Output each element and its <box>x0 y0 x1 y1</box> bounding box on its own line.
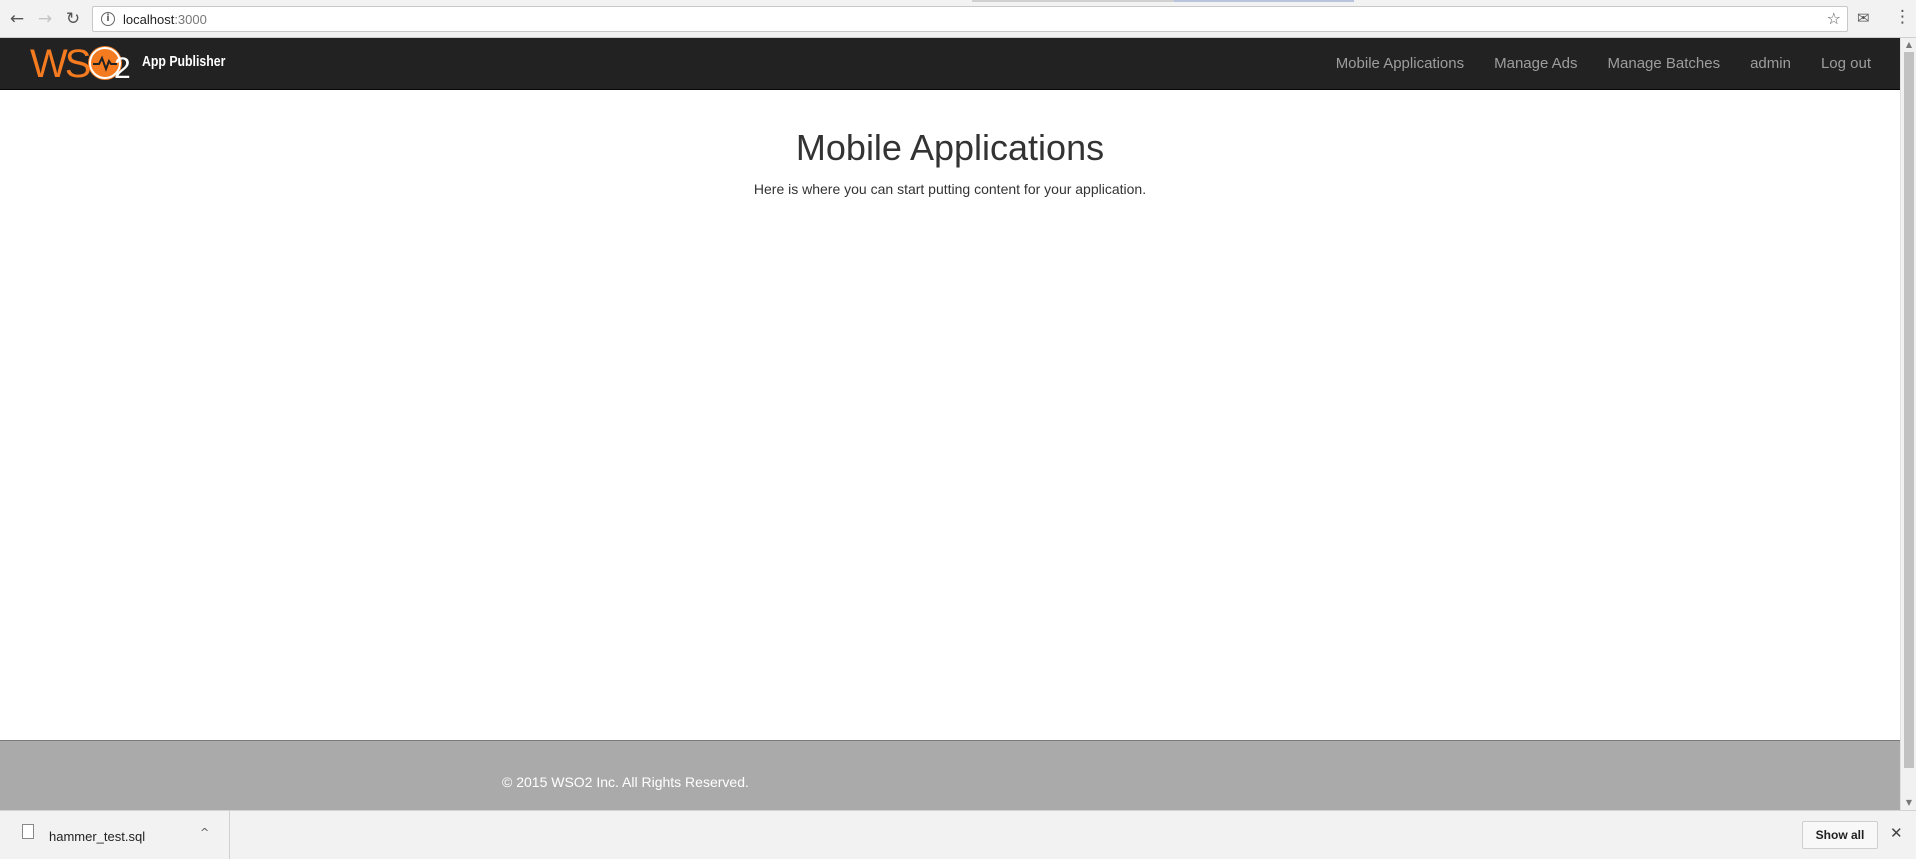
nav-link-admin[interactable]: admin <box>1735 38 1806 90</box>
logo-ws-text: WS <box>30 42 91 86</box>
url-port: :3000 <box>174 12 207 27</box>
site-info-icon[interactable]: i <box>101 12 115 26</box>
brand-name[interactable]: App Publisher <box>142 53 225 70</box>
show-all-button[interactable]: Show all <box>1802 821 1878 849</box>
url-text[interactable]: localhost:3000 <box>123 12 207 27</box>
nav-link-manage-batches[interactable]: Manage Batches <box>1593 38 1736 90</box>
mail-extension-icon[interactable]: ✉ <box>1857 9 1870 27</box>
download-shelf: hammer_test.sql ^ Show all ✕ <box>0 810 1916 859</box>
page-viewport: WS 2 App Publisher Mobile Applications M… <box>0 38 1900 810</box>
scroll-thumb[interactable] <box>1904 52 1914 768</box>
forward-icon[interactable]: → <box>34 8 56 30</box>
reload-icon[interactable]: ↻ <box>62 8 84 30</box>
url-host: localhost <box>123 12 175 27</box>
logo-2-text: 2 <box>114 52 131 85</box>
download-item[interactable]: hammer_test.sql ^ <box>0 811 230 859</box>
tab-strip-indicator <box>972 0 1174 2</box>
brand[interactable]: WS 2 App Publisher <box>30 40 244 88</box>
nav-link-manage-ads[interactable]: Manage Ads <box>1479 38 1592 90</box>
page-title: Mobile Applications <box>795 127 1105 168</box>
address-bar[interactable]: i localhost:3000 ☆ <box>92 6 1848 32</box>
download-file-name[interactable]: hammer_test.sql <box>49 829 145 844</box>
scroll-down-arrow-icon[interactable]: ▼ <box>1901 796 1916 810</box>
scroll-up-arrow-icon[interactable]: ▲ <box>1901 38 1916 52</box>
wso2-logo[interactable]: WS 2 <box>30 40 140 88</box>
nav-link-log-out[interactable]: Log out <box>1806 38 1886 90</box>
browser-toolbar: ← → ↻ i localhost:3000 ☆ ✉ ⋮ <box>0 0 1916 38</box>
nav-links: Mobile Applications Manage Ads Manage Ba… <box>1321 38 1886 90</box>
file-icon <box>22 824 34 839</box>
nav-link-mobile-applications[interactable]: Mobile Applications <box>1321 38 1479 90</box>
tab-strip-indicator-active <box>1174 0 1354 2</box>
footer-copyright: © 2015 WSO2 Inc. All Rights Reserved. <box>502 774 749 790</box>
close-icon[interactable]: ✕ <box>1890 824 1903 842</box>
footer: © 2015 WSO2 Inc. All Rights Reserved. <box>0 740 1900 810</box>
chevron-up-icon[interactable]: ^ <box>200 826 209 839</box>
back-icon[interactable]: ← <box>6 8 28 30</box>
page-scrollbar[interactable]: ▲ ▼ <box>1900 38 1916 810</box>
browser-menu-icon[interactable]: ⋮ <box>1894 7 1911 27</box>
main-content: Mobile Applications Here is where you ca… <box>0 127 1900 198</box>
bookmark-star-icon[interactable]: ☆ <box>1827 9 1841 28</box>
page-description: Here is where you can start putting cont… <box>753 181 1147 197</box>
top-navbar: WS 2 App Publisher Mobile Applications M… <box>0 38 1900 90</box>
